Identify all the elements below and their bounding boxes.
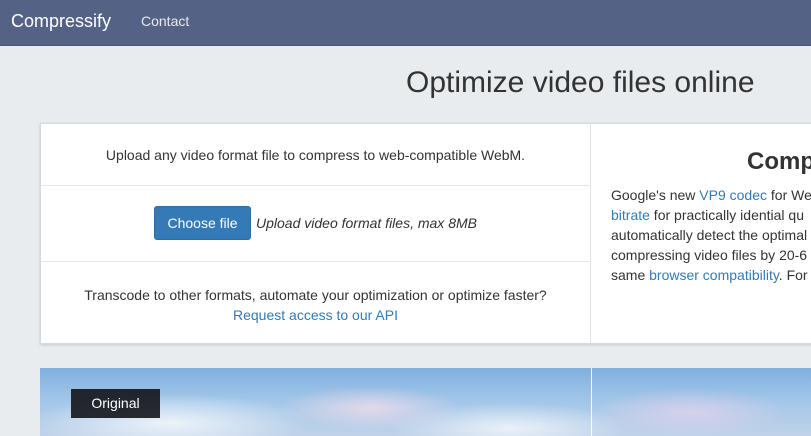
info-line1-a: Google's new — [611, 187, 700, 203]
upload-intro: Upload any video format file to compress… — [41, 124, 590, 186]
info-line2-b: for practically idential qu — [649, 207, 804, 223]
info-heading: Comp — [747, 148, 811, 175]
info-line4: compressing video files by 20-6 — [611, 247, 808, 263]
request-api-link[interactable]: Request access to our API — [233, 307, 398, 323]
vp9-codec-link[interactable]: VP9 codec — [699, 187, 767, 203]
info-column: Comp Google's new VP9 codec for We bitra… — [592, 124, 811, 343]
info-line1-b: for We — [767, 187, 811, 203]
nav-link-contact[interactable]: Contact — [141, 13, 189, 29]
bitrate-link[interactable]: bitrate — [611, 207, 650, 223]
upload-column: Upload any video format file to compress… — [41, 124, 591, 343]
brand-logo[interactable]: Compressify — [11, 11, 111, 32]
api-row: Transcode to other formats, automate you… — [41, 262, 590, 343]
file-picker-row: Choose file Upload video format files, m… — [41, 186, 590, 262]
navbar: Compressify Contact — [0, 0, 811, 46]
info-line3: automatically detect the optimal — [611, 227, 808, 243]
comparison-divider[interactable] — [591, 368, 592, 436]
browser-compatibility-link[interactable]: browser compatibility — [649, 267, 779, 283]
info-text: Google's new VP9 codec for We bitrate fo… — [611, 185, 811, 285]
original-label: Original — [71, 389, 160, 418]
choose-file-button[interactable]: Choose file — [154, 206, 251, 240]
page-title: Optimize video files online — [406, 66, 755, 99]
upload-panel: Upload any video format file to compress… — [40, 123, 811, 344]
comparison-preview[interactable]: Original — [40, 368, 811, 436]
info-line5-b: . For — [778, 267, 808, 283]
upload-hint: Upload video format files, max 8MB — [256, 215, 477, 231]
api-text: Transcode to other formats, automate you… — [84, 287, 547, 303]
info-line5-a: same — [611, 267, 650, 283]
